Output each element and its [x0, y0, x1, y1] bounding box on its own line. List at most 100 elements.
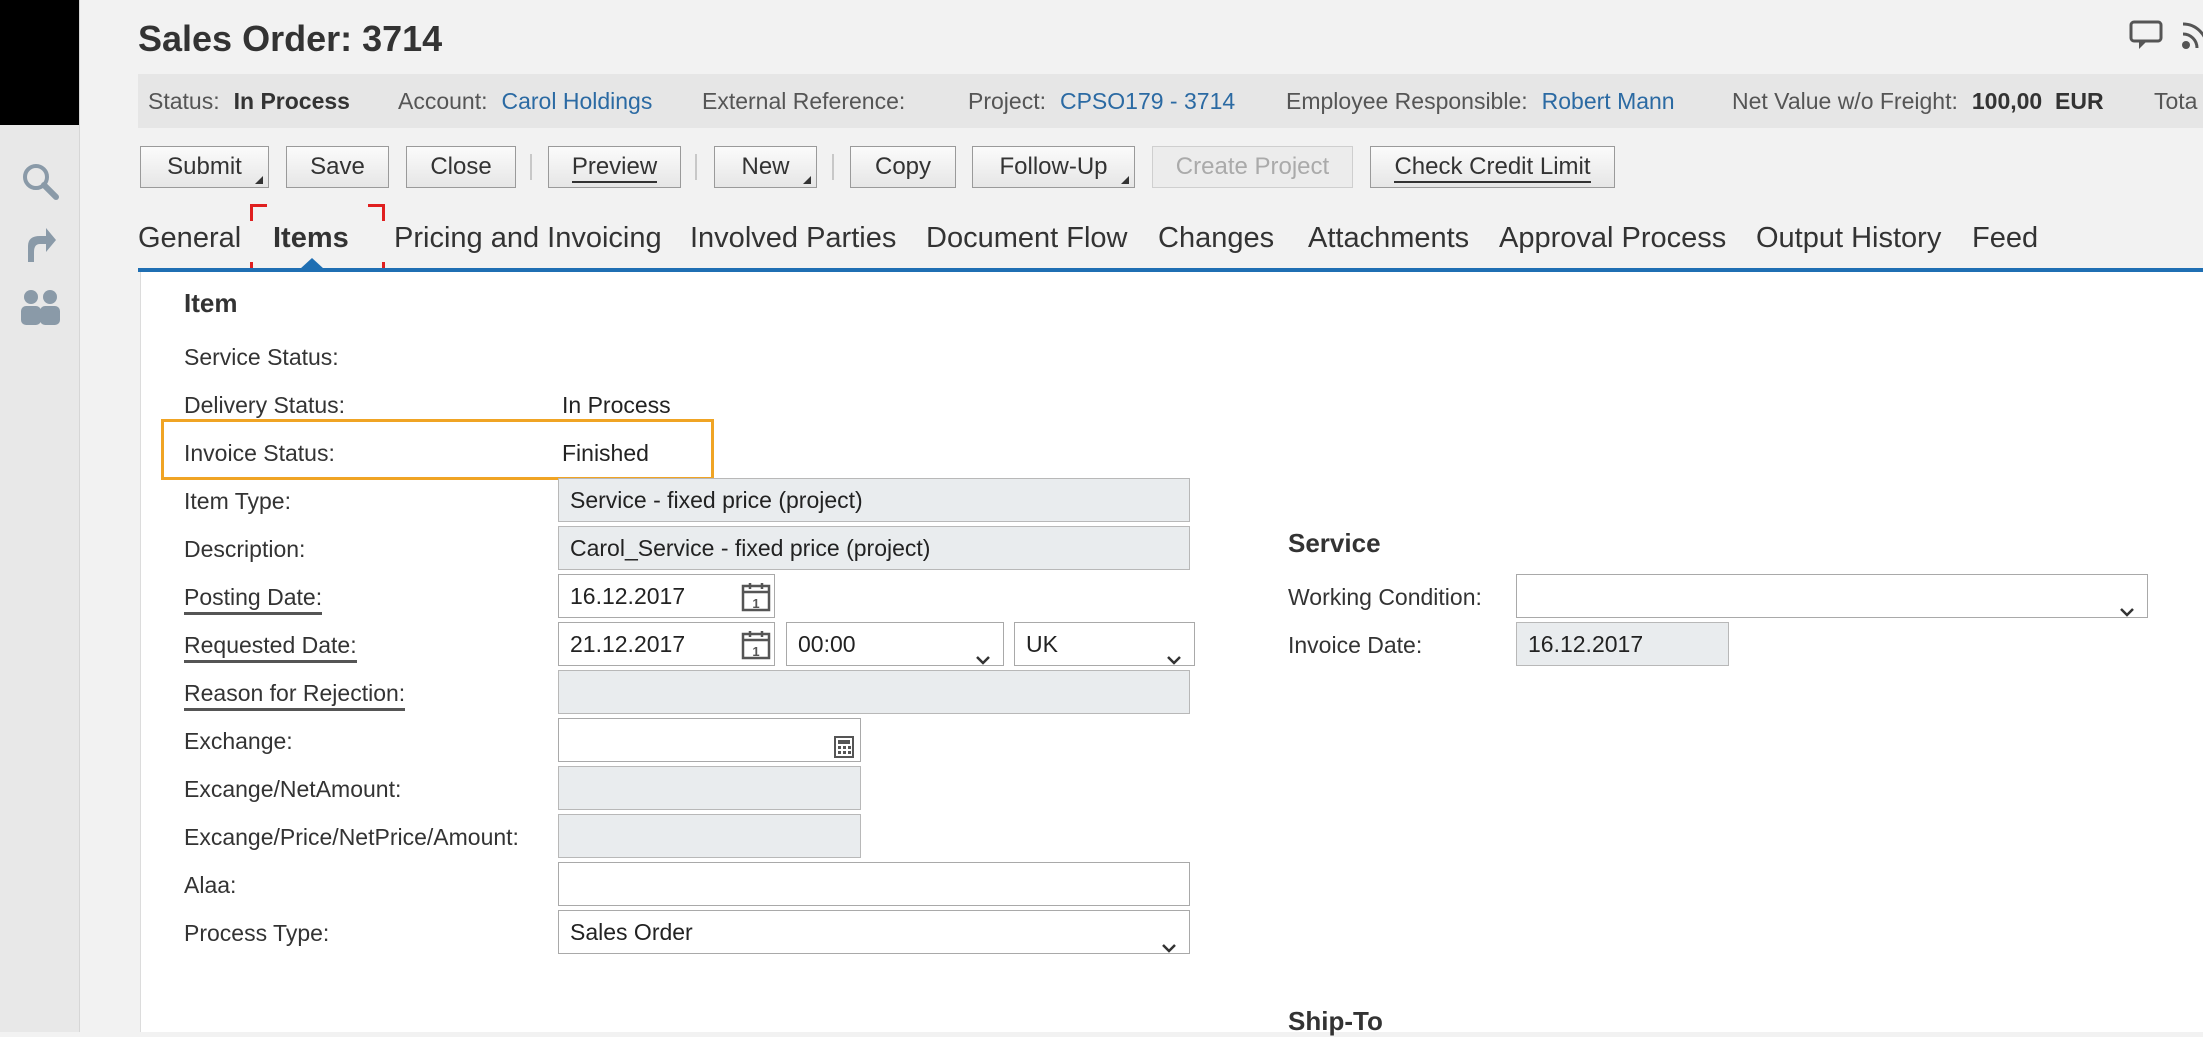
tab-attachments[interactable]: Attachments: [1308, 222, 1469, 255]
svg-text:1: 1: [752, 644, 759, 659]
dropdown-triangle-icon: [803, 176, 811, 184]
requested-date-input[interactable]: 21.12.2017 1: [558, 622, 775, 666]
check-credit-limit-label: Check Credit Limit: [1394, 153, 1591, 183]
process-type-select[interactable]: Sales Order: [558, 910, 1190, 954]
calendar-icon[interactable]: 1: [741, 582, 771, 617]
rail-top-block: [0, 0, 79, 125]
focus-corner: [368, 204, 385, 221]
header-info-bar: Status: In Process Account: Carol Holdings…: [138, 74, 2203, 128]
preview-label: Preview: [571, 153, 658, 183]
copy-label: Copy: [874, 153, 932, 180]
tab-items[interactable]: Items: [273, 222, 349, 255]
tab-output-history[interactable]: Output History: [1756, 222, 1941, 255]
reason-for-rejection-field: [558, 670, 1190, 714]
external-reference-label: External Reference:: [702, 88, 906, 114]
copy-button[interactable]: Copy: [850, 146, 956, 188]
create-project-label: Create Project: [1175, 153, 1330, 180]
search-icon[interactable]: [14, 155, 66, 207]
left-sidebar: [0, 125, 79, 1032]
net-value-currency: EUR: [2055, 88, 2104, 114]
share-icon[interactable]: [14, 218, 66, 270]
svg-text:1: 1: [752, 596, 759, 611]
tab-approval-process[interactable]: Approval Process: [1499, 222, 1726, 255]
project-field: Project: CPSO179 - 3714: [968, 74, 1235, 128]
description-field: Carol_Service - fixed price (project): [558, 526, 1190, 570]
dropdown-triangle-icon: [255, 176, 263, 184]
excange-price-field: [558, 814, 861, 858]
toolbar-separator: [832, 154, 834, 180]
create-project-button[interactable]: Create Project: [1152, 146, 1353, 188]
rss-icon[interactable]: [2181, 20, 2203, 55]
alaa-input[interactable]: [558, 862, 1190, 906]
tab-general[interactable]: General: [138, 222, 241, 255]
tab-changes[interactable]: Changes: [1158, 222, 1274, 255]
account-label: Account:: [398, 88, 488, 114]
tab-feed[interactable]: Feed: [1972, 222, 2038, 255]
tab-document-flow[interactable]: Document Flow: [926, 222, 1127, 255]
chevron-down-icon: [2119, 589, 2135, 617]
total-label: Tota: [2154, 88, 2198, 114]
check-credit-limit-button[interactable]: Check Credit Limit: [1370, 146, 1615, 188]
excange-netamount-label: Excange/NetAmount:: [184, 776, 402, 802]
status-field: Status: In Process: [148, 74, 350, 128]
item-section-title: Item: [184, 288, 238, 318]
net-value-label: Net Value w/o Freight:: [1732, 88, 1958, 114]
preview-button[interactable]: Preview: [548, 146, 681, 188]
posting-date-input[interactable]: 16.12.2017 1: [558, 574, 775, 618]
reason-for-rejection-label[interactable]: Reason for Rejection:: [184, 680, 406, 711]
requested-time-select[interactable]: 00:00: [786, 622, 1004, 666]
requested-timezone-select[interactable]: UK: [1014, 622, 1195, 666]
service-section-title: Service: [1288, 528, 1381, 558]
top-icon-group: [2129, 20, 2203, 55]
status-label: Status:: [148, 88, 220, 114]
chevron-down-icon: [1161, 925, 1177, 953]
excange-price-label: Excange/Price/NetPrice/Amount:: [184, 824, 519, 850]
focus-corner: [250, 204, 267, 221]
tab-involved-parties[interactable]: Involved Parties: [690, 222, 896, 255]
tab-pricing-and-invoicing[interactable]: Pricing and Invoicing: [394, 222, 662, 255]
total-field: Tota: [2154, 74, 2203, 128]
toolbar-separator: [695, 154, 697, 180]
submit-label: Submit: [167, 153, 242, 180]
description-label: Description:: [184, 536, 306, 562]
item-type-field: Service - fixed price (project): [558, 478, 1190, 522]
follow-up-button[interactable]: Follow-Up: [972, 146, 1135, 188]
save-button[interactable]: Save: [286, 146, 389, 188]
close-button[interactable]: Close: [406, 146, 516, 188]
process-type-label: Process Type:: [184, 920, 330, 946]
employee-link[interactable]: Robert Mann: [1542, 88, 1675, 114]
requested-timezone-value: UK: [1026, 631, 1058, 657]
new-button[interactable]: New: [714, 146, 817, 188]
project-link[interactable]: CPSO179 - 3714: [1060, 88, 1235, 114]
invoice-status-highlight: [161, 419, 714, 480]
employee-label: Employee Responsible:: [1286, 88, 1528, 114]
requested-time-value: 00:00: [798, 631, 856, 657]
alaa-label: Alaa:: [184, 872, 237, 898]
external-reference-field: External Reference:: [702, 74, 919, 128]
employee-field: Employee Responsible: Robert Mann: [1286, 74, 1675, 128]
calculator-icon[interactable]: [834, 729, 854, 761]
account-link[interactable]: Carol Holdings: [502, 88, 653, 114]
active-tab-caret-icon: [300, 258, 324, 269]
people-icon[interactable]: [14, 281, 66, 333]
rail-divider: [79, 0, 80, 1032]
status-value: In Process: [233, 88, 350, 114]
service-status-label: Service Status:: [184, 344, 339, 370]
ship-to-section-title: Ship-To: [1288, 1006, 1383, 1036]
working-condition-select[interactable]: [1516, 574, 2148, 618]
posting-date-value: 16.12.2017: [570, 583, 686, 609]
posting-date-label[interactable]: Posting Date:: [184, 584, 323, 615]
chevron-down-icon: [1166, 637, 1182, 665]
net-value-amount: 100,00: [1971, 88, 2043, 114]
requested-date-label[interactable]: Requested Date:: [184, 632, 357, 663]
requested-date-value: 21.12.2017: [570, 631, 686, 657]
net-value-field: Net Value w/o Freight: 100,00 EUR: [1732, 74, 2104, 128]
exchange-input[interactable]: [558, 718, 861, 762]
chat-icon[interactable]: [2129, 20, 2163, 55]
calendar-icon[interactable]: 1: [741, 630, 771, 665]
item-type-label: Item Type:: [184, 488, 291, 514]
submit-button[interactable]: Submit: [140, 146, 269, 188]
project-label: Project:: [968, 88, 1046, 114]
page-title: Sales Order: 3714: [138, 18, 443, 59]
process-type-value: Sales Order: [570, 919, 693, 945]
